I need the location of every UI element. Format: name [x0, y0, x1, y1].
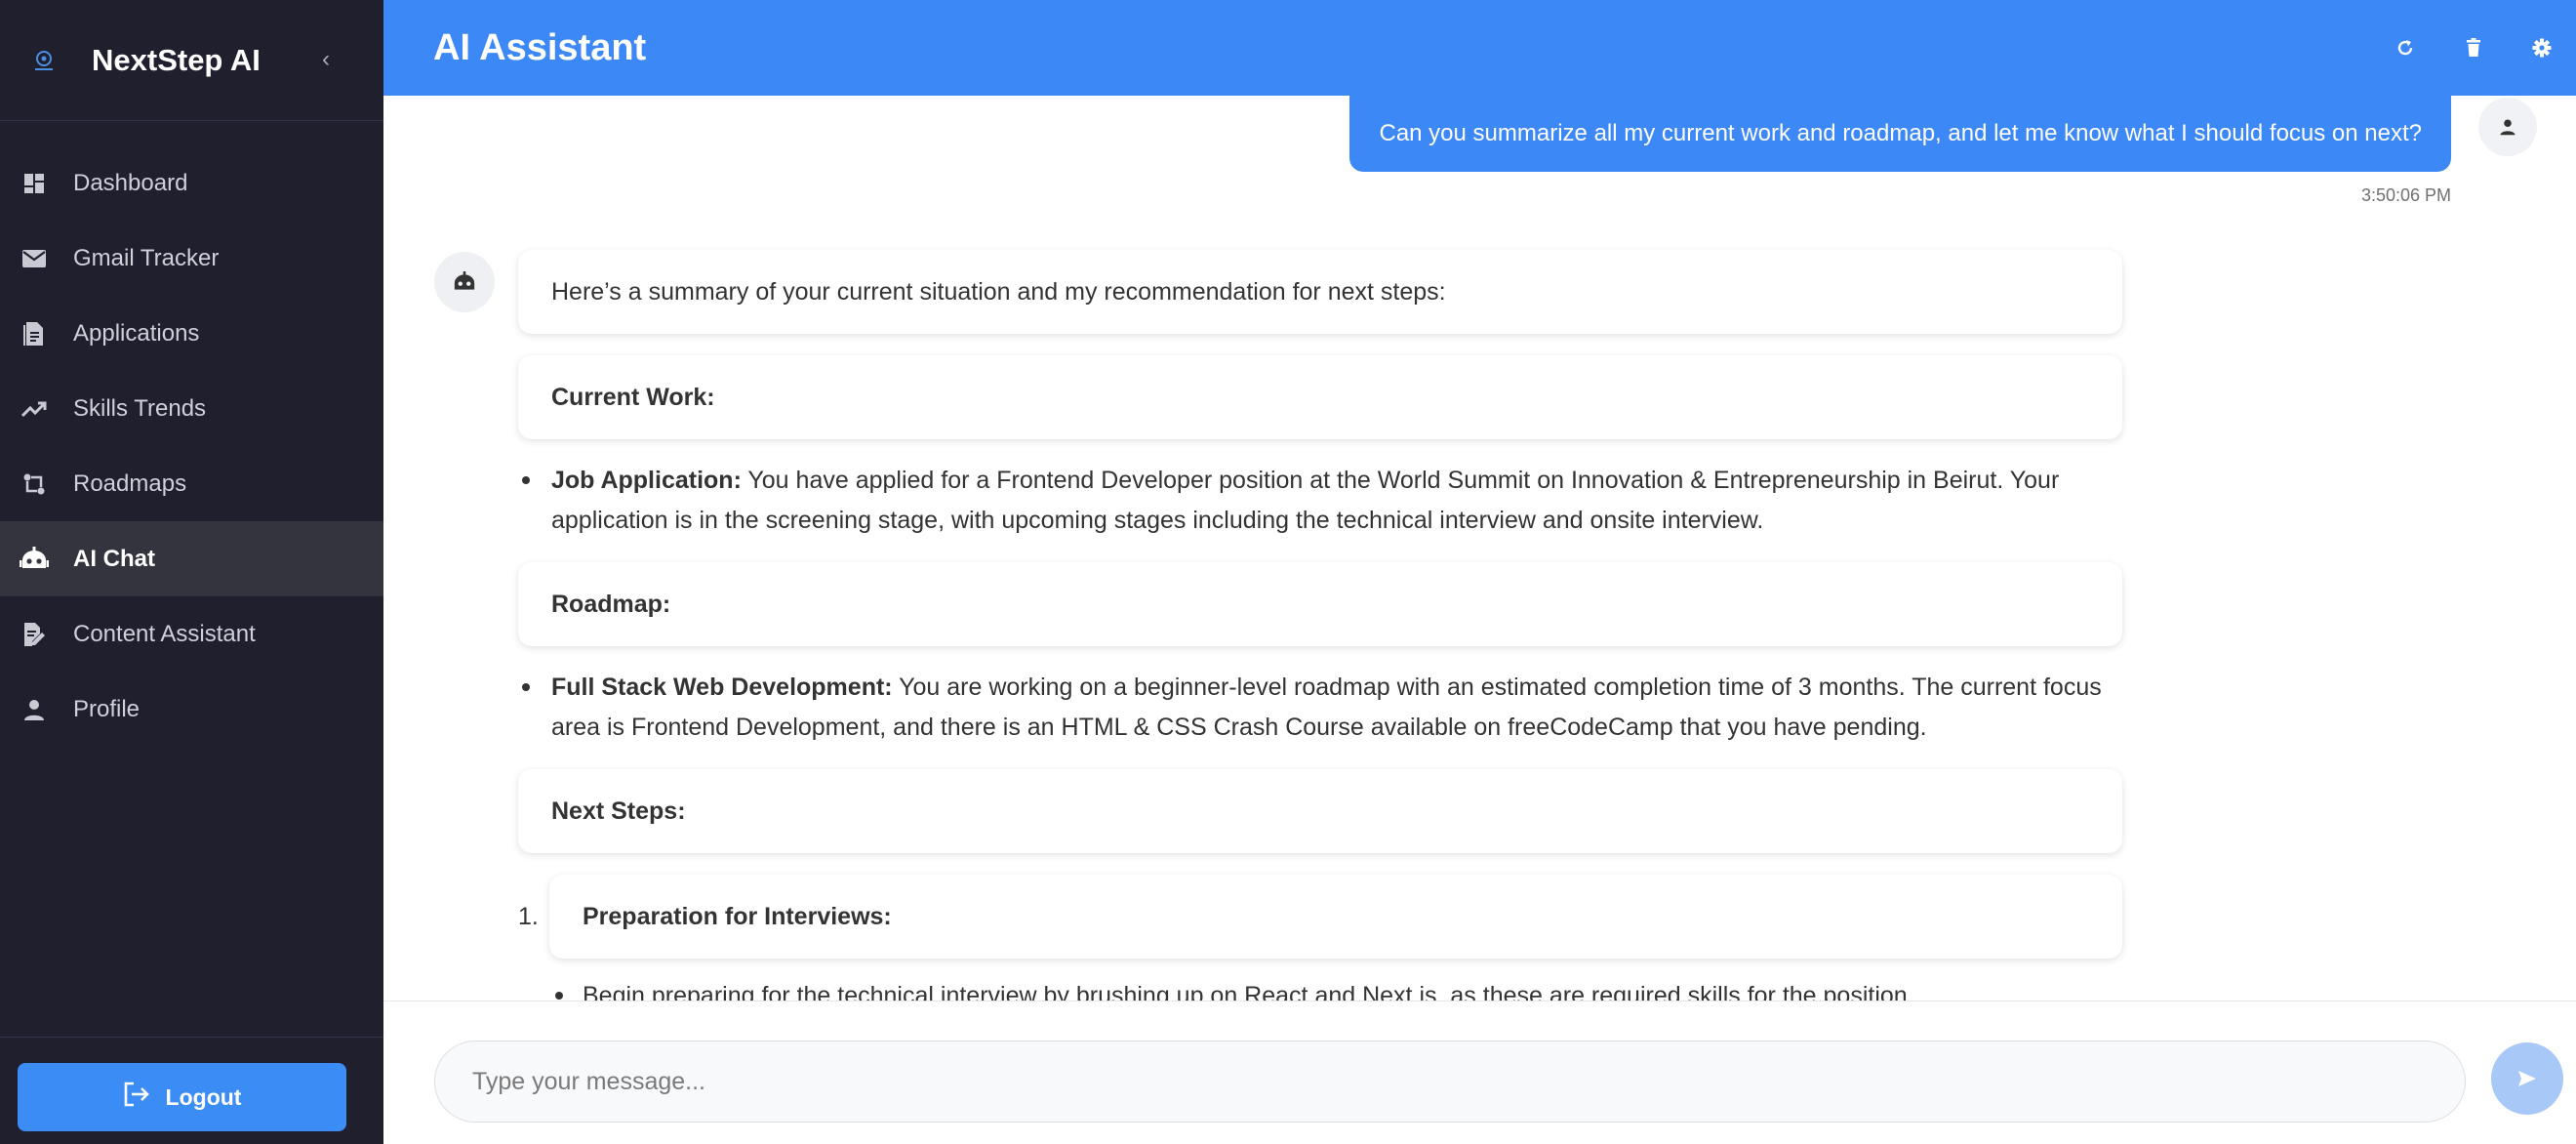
sidebar-item-ai-chat[interactable]: AI Chat: [0, 521, 383, 596]
user-message-bubble: Can you summarize all my current work an…: [1349, 96, 2451, 172]
route-icon: [20, 470, 49, 499]
refresh-icon[interactable]: [2371, 0, 2439, 96]
sidebar-item-label: Gmail Tracker: [73, 244, 220, 271]
sidebar-item-content-assistant[interactable]: Content Assistant: [0, 596, 383, 672]
gear-icon[interactable]: [2508, 0, 2576, 96]
numbered-step: 1. Preparation for Interviews:: [518, 875, 2122, 959]
section-heading-next-steps: Next Steps:: [518, 769, 2122, 853]
chat-messages: Can you summarize all my current work an…: [383, 96, 2576, 1001]
sidebar-item-label: AI Chat: [73, 545, 155, 572]
heading-text: Preparation for Interviews:: [583, 902, 892, 930]
sidebar-nav: Dashboard Gmail Tracker Applications Ski…: [0, 145, 383, 747]
sidebar: NextStep AI ‹ Dashboard Gmail Tracker Ap…: [0, 0, 383, 1144]
dashboard-icon: [20, 169, 49, 198]
logout-label: Logout: [165, 1083, 242, 1110]
page-header: AI Assistant: [383, 0, 2576, 96]
list-item: Begin preparing for the technical interv…: [549, 976, 2122, 1001]
page-title: AI Assistant: [433, 26, 647, 68]
heading-text: Next Steps:: [551, 797, 686, 825]
send-button[interactable]: [2491, 1042, 2563, 1115]
heading-text: Current Work:: [551, 383, 715, 411]
step-heading: Preparation for Interviews:: [549, 875, 2122, 959]
current-work-list: Job Application: You have applied for a …: [518, 461, 2122, 541]
brand-logo-icon: [27, 44, 60, 77]
user-message-row: Can you summarize all my current work an…: [383, 96, 2576, 213]
trash-icon[interactable]: [2439, 0, 2508, 96]
edit-document-icon: [20, 620, 49, 649]
list-item: Full Stack Web Development: You are work…: [518, 668, 2122, 748]
list-item-label: Full Stack Web Development:: [551, 674, 893, 701]
section-heading-roadmap: Roadmap:: [518, 562, 2122, 646]
sidebar-item-label: Applications: [73, 319, 200, 347]
sidebar-item-gmail-tracker[interactable]: Gmail Tracker: [0, 221, 383, 296]
sidebar-item-applications[interactable]: Applications: [0, 296, 383, 371]
user-avatar-icon: [2478, 98, 2537, 156]
header-actions: [2371, 0, 2576, 96]
logout-button[interactable]: Logout: [18, 1063, 346, 1131]
send-icon: [2518, 1071, 2536, 1086]
sidebar-item-roadmaps[interactable]: Roadmaps: [0, 446, 383, 521]
sidebar-item-label: Roadmaps: [73, 470, 187, 497]
message-timestamp: 3:50:06 PM: [2360, 185, 2451, 205]
sidebar-footer: Logout: [0, 1037, 383, 1144]
mail-icon: [20, 244, 49, 273]
section-heading-current-work: Current Work:: [518, 355, 2122, 439]
brand-header: NextStep AI ‹: [0, 0, 383, 121]
bot-message: Here’s a summary of your current situati…: [518, 250, 2122, 1001]
document-icon: [20, 319, 49, 348]
sidebar-item-label: Skills Trends: [73, 394, 207, 422]
trending-up-icon: [20, 394, 49, 424]
roadmap-list: Full Stack Web Development: You are work…: [518, 668, 2122, 748]
intro-text: Here’s a summary of your current situati…: [551, 277, 1446, 306]
bot-avatar-icon: [434, 252, 495, 312]
bot-message-intro: Here’s a summary of your current situati…: [518, 250, 2122, 334]
sidebar-item-label: Profile: [73, 695, 141, 722]
sidebar-item-profile[interactable]: Profile: [0, 672, 383, 747]
robot-icon: [20, 545, 49, 574]
sidebar-item-skills-trends[interactable]: Skills Trends: [0, 371, 383, 446]
message-input[interactable]: [434, 1041, 2466, 1123]
brand-name: NextStep AI: [92, 42, 261, 77]
sidebar-item-dashboard[interactable]: Dashboard: [0, 145, 383, 221]
sidebar-item-label: Dashboard: [73, 169, 188, 196]
chevron-left-icon[interactable]: ‹: [322, 46, 330, 73]
step-bullets: Begin preparing for the technical interv…: [518, 976, 2122, 1001]
sidebar-item-label: Content Assistant: [73, 620, 256, 647]
list-item: Job Application: You have applied for a …: [518, 461, 2122, 541]
list-item-label: Job Application:: [551, 467, 742, 494]
person-icon: [20, 695, 49, 724]
heading-text: Roadmap:: [551, 590, 671, 618]
list-item-text: You have applied for a Frontend Develope…: [551, 467, 2060, 534]
chat-input-area: [383, 1001, 2576, 1144]
logout-icon: [123, 1082, 150, 1113]
step-number: 1.: [518, 902, 539, 930]
